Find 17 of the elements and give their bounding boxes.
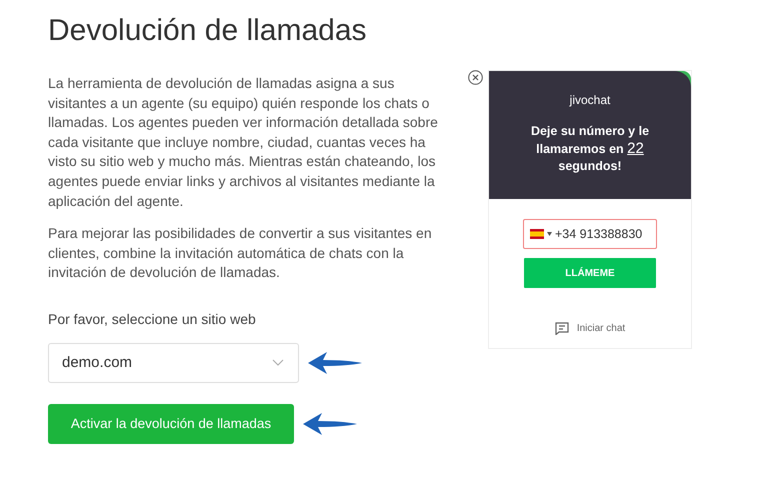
phone-field[interactable]: +34 913388830 — [523, 219, 657, 249]
chat-link[interactable]: Iniciar chat — [576, 323, 626, 334]
caret-icon — [547, 232, 552, 236]
site-select[interactable]: demo.com — [48, 342, 299, 383]
field-label: Por favor, seleccione un sitio web — [48, 310, 257, 327]
widget-message: Deje su número y le llamaremos en 22 segundos! — [530, 123, 650, 175]
chat-icon — [554, 322, 569, 335]
arrow-icon — [307, 350, 363, 375]
close-icon[interactable] — [468, 70, 483, 85]
page-title: Devolución de llamadas — [48, 13, 368, 49]
chevron-icon — [272, 359, 284, 366]
paragraph: Para mejorar las posibilidades de convertir a sus visitantes en clientes, combine la invitación automática de chats con la invitación de devolución de llamadas. — [48, 224, 433, 282]
brand-logo: jivochat — [568, 93, 612, 107]
corner-icon — [675, 71, 691, 87]
arrow-icon — [302, 412, 358, 436]
flag-icon — [530, 229, 544, 239]
paragraph: La herramienta de devolución de llamadas asigna a sus visitantes a un agente (su equipo) quién responde los chats o llamadas. Los agentes pueden ver información detallada sobre cada visitante que incluye nombre, ciudad, cuantas veces ha visto su sitio web y mucho más. Mientras están chateando, los agentes puede enviar links y archivos al visitantes mediante la aplicación del agente. — [48, 74, 439, 211]
